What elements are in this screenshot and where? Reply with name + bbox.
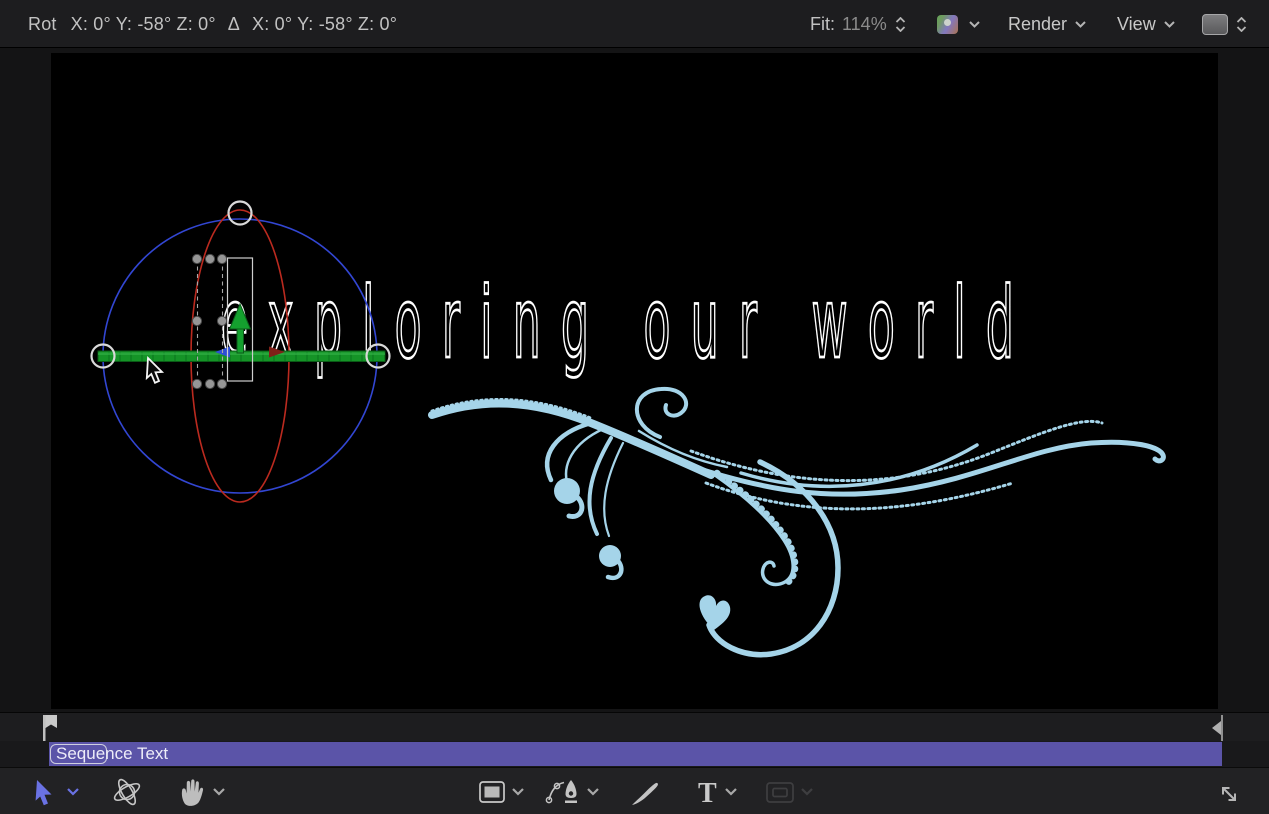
timeline-track-row: Sequence Text xyxy=(0,741,1269,767)
paint-stroke-icon xyxy=(628,775,660,809)
mask-shape-icon xyxy=(764,777,796,807)
chevron-down-icon xyxy=(212,787,226,796)
play-range-in-marker[interactable] xyxy=(43,715,57,742)
pan-hand-icon xyxy=(176,776,206,808)
rot-label: Rot xyxy=(28,14,57,35)
rot-delta-values: X: 0° Y: -58° Z: 0° xyxy=(252,14,397,35)
tool-palette: T xyxy=(0,767,1269,814)
select-tool-chevron[interactable] xyxy=(66,768,80,814)
layout-stepper-icon xyxy=(1236,17,1247,32)
bezier-tool-button[interactable] xyxy=(544,768,584,814)
motion-canvas-window: { "topbar": { "rot_label": "Rot", "rot_v… xyxy=(0,0,1269,814)
fit-value: 114% xyxy=(842,14,887,35)
chevron-down-icon xyxy=(511,787,525,796)
window-layout-menu[interactable] xyxy=(1202,0,1247,48)
zoom-level-control[interactable]: Fit: 114% xyxy=(810,0,906,48)
paint-tool-button[interactable] xyxy=(628,768,660,814)
color-swatch-menu[interactable] xyxy=(937,0,981,48)
window-layout-icon xyxy=(1202,14,1228,35)
rect-shape-icon xyxy=(477,777,507,807)
bezier-pen-icon xyxy=(544,775,584,809)
rect-tool-chevron[interactable] xyxy=(511,768,525,814)
select-arrow-icon xyxy=(32,777,56,807)
orbit-3d-icon xyxy=(110,775,144,809)
color-swatch-icon xyxy=(937,15,958,34)
timeline-ruler-art xyxy=(0,713,1269,742)
chevron-down-icon xyxy=(724,787,738,796)
render-menu[interactable]: Render xyxy=(1008,0,1087,48)
view-menu[interactable]: View xyxy=(1117,0,1176,48)
text-tool-icon: T xyxy=(694,775,722,809)
chevron-down-icon xyxy=(1074,20,1087,29)
chevron-down-icon xyxy=(66,787,80,796)
mask-tool-chevron-disabled xyxy=(800,768,814,814)
play-range-out-marker[interactable] xyxy=(1212,715,1223,741)
zoom-stepper-icon[interactable] xyxy=(895,17,906,32)
chevron-down-icon xyxy=(968,20,981,29)
chevron-down-icon xyxy=(800,787,814,796)
text-tool-button[interactable]: T xyxy=(694,768,722,814)
svg-text:T: T xyxy=(698,778,717,809)
pan-tool-chevron[interactable] xyxy=(212,768,226,814)
chevron-down-icon xyxy=(1163,20,1176,29)
canvas-background: exploring our world xyxy=(0,48,1269,712)
rect-tool-button[interactable] xyxy=(477,768,507,814)
expand-diagonal-icon xyxy=(1212,777,1242,807)
rotation-gizmo[interactable] xyxy=(92,202,390,503)
view-menu-label: View xyxy=(1117,14,1156,35)
delta-icon: Δ xyxy=(228,14,240,35)
rot-values: X: 0° Y: -58° Z: 0° xyxy=(71,14,216,35)
pan-tool-button[interactable] xyxy=(176,768,206,814)
status-toolbar: Rot X: 0° Y: -58° Z: 0° Δ X: 0° Y: -58° … xyxy=(0,0,1269,48)
sequence-text-track[interactable]: Sequence Text xyxy=(49,742,1222,766)
mask-tool-button-disabled xyxy=(764,768,796,814)
orbit-tool-button[interactable] xyxy=(110,768,144,814)
fit-label: Fit: xyxy=(810,14,835,35)
canvas-art: exploring our world xyxy=(51,53,1218,709)
canvas-title-text: exploring our world xyxy=(221,265,1034,380)
text-tool-chevron[interactable] xyxy=(724,768,738,814)
chevron-down-icon xyxy=(586,787,600,796)
expand-view-button[interactable] xyxy=(1212,768,1242,814)
track-name-label: Sequence Text xyxy=(56,744,168,764)
timeline-ruler[interactable] xyxy=(0,712,1269,741)
canvas[interactable]: exploring our world xyxy=(51,53,1218,709)
render-menu-label: Render xyxy=(1008,14,1067,35)
select-tool-button[interactable] xyxy=(32,768,56,814)
rotation-readout: Rot X: 0° Y: -58° Z: 0° Δ X: 0° Y: -58° … xyxy=(28,0,397,48)
gizmo-handle-top[interactable] xyxy=(229,202,252,225)
bezier-tool-chevron[interactable] xyxy=(586,768,600,814)
flourish-graphic xyxy=(432,389,1163,655)
